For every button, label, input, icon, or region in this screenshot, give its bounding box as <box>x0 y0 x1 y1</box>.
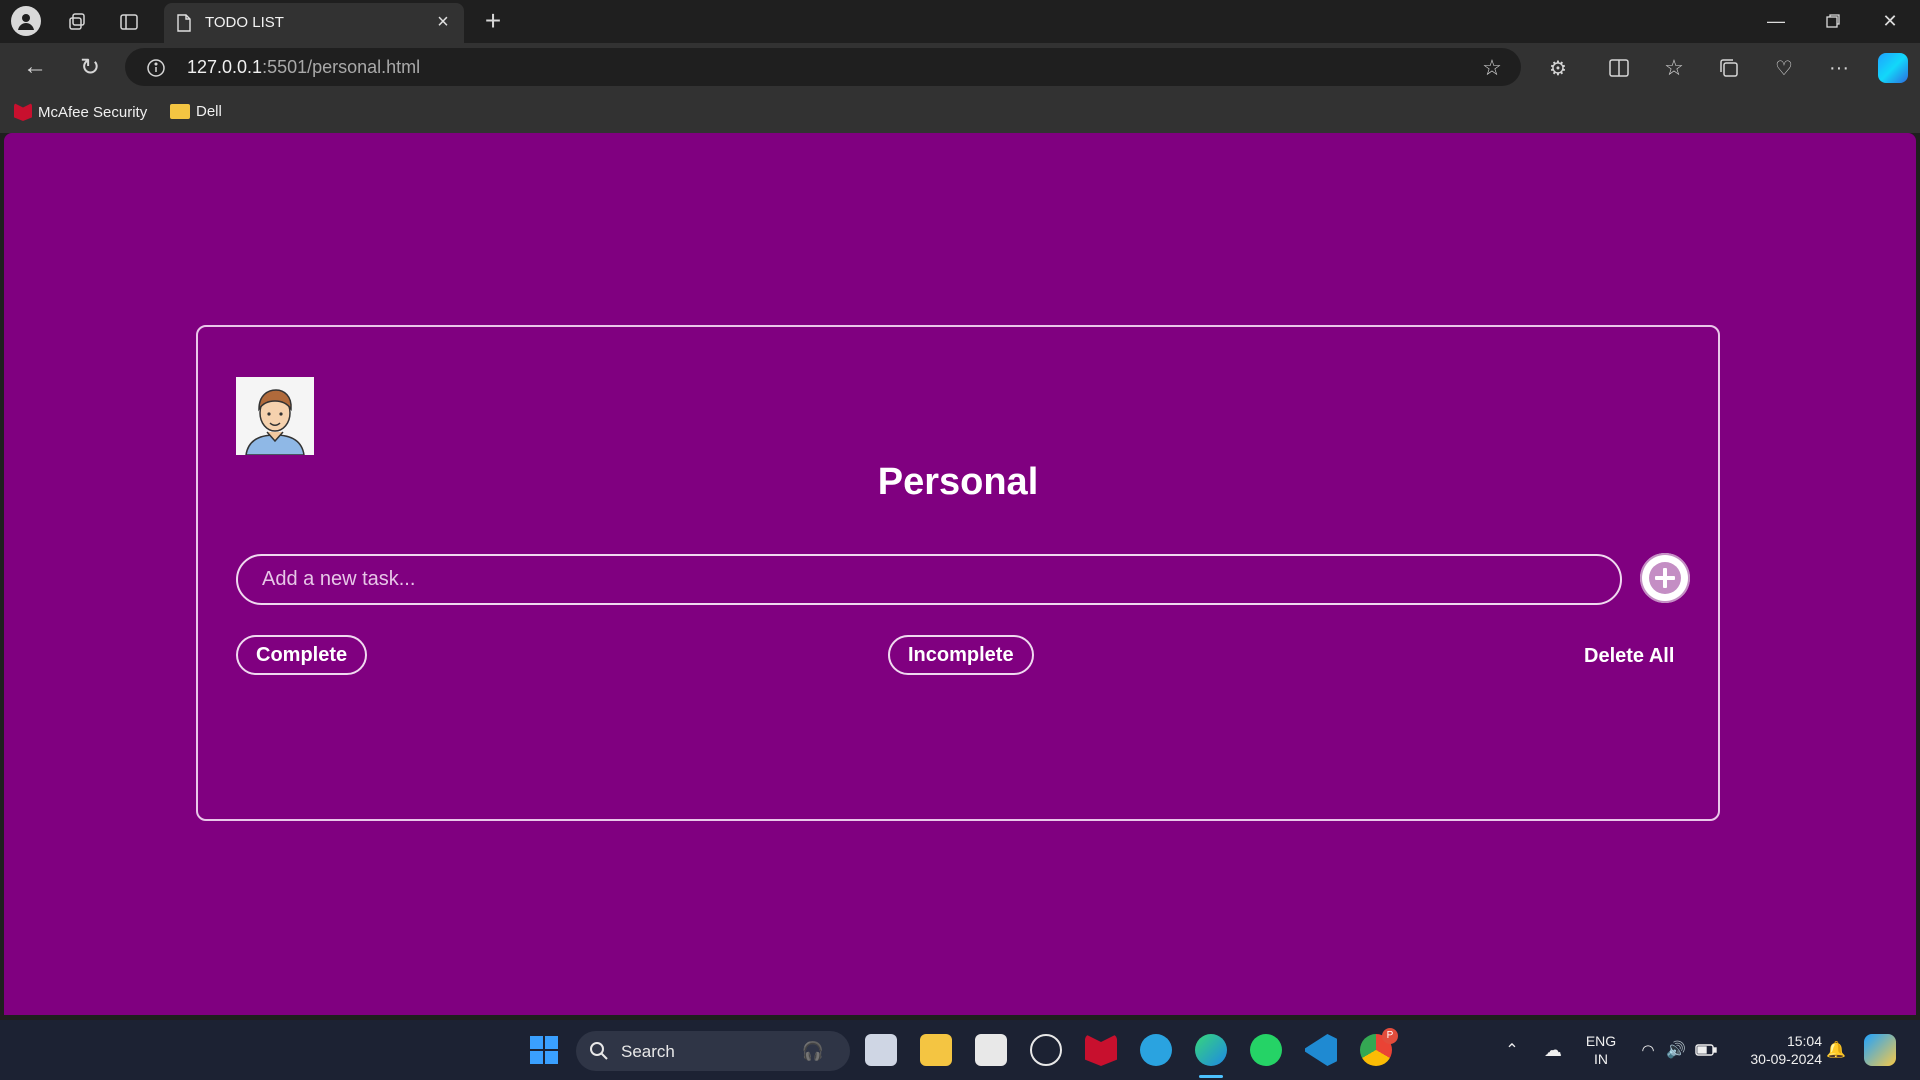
clock-date: 30-09-2024 <box>1750 1051 1822 1067</box>
page-viewport: Personal Complete Incomplete Delete All <box>4 133 1916 1015</box>
battery-icon[interactable] <box>1694 1038 1718 1062</box>
clock-time: 15:04 <box>1786 1033 1822 1049</box>
close-tab-icon[interactable]: × <box>432 11 454 33</box>
dell-icon[interactable] <box>1030 1034 1062 1066</box>
mcafee-icon[interactable] <box>1085 1034 1117 1066</box>
region-code: IN <box>1594 1051 1608 1067</box>
back-icon[interactable]: ← <box>20 52 50 82</box>
file-explorer-icon[interactable] <box>920 1034 952 1066</box>
bookmark-label: Dell <box>196 103 222 120</box>
restore-icon[interactable] <box>1813 6 1853 36</box>
refresh-icon[interactable]: ↻ <box>75 52 105 82</box>
chrome-icon[interactable]: P <box>1360 1028 1398 1066</box>
windows-start-icon[interactable] <box>528 1034 560 1066</box>
telegram-icon[interactable] <box>1140 1034 1172 1066</box>
search-highlight-icon: 🎧 <box>801 1040 825 1061</box>
tab-title: TODO LIST <box>205 14 284 31</box>
extensions-icon[interactable]: ⚙ <box>1544 54 1572 82</box>
bookmark-label: McAfee Security <box>38 103 148 121</box>
copilot-icon[interactable] <box>1878 53 1908 83</box>
wifi-icon[interactable]: ◠ <box>1636 1038 1660 1062</box>
show-hidden-icons-icon[interactable]: ⌃ <box>1500 1038 1524 1062</box>
todo-card: Personal Complete Incomplete Delete All <box>196 325 1720 821</box>
microsoft-store-icon[interactable] <box>975 1034 1007 1066</box>
minimize-icon[interactable]: — <box>1756 6 1796 36</box>
url-host: 127.0.0.1 <box>187 57 263 77</box>
clock[interactable]: 15:04 30-09-2024 <box>1730 1032 1822 1068</box>
url-text: 127.0.0.1:5501/personal.html <box>187 57 420 78</box>
address-bar[interactable]: 127.0.0.1:5501/personal.html ☆ <box>125 48 1521 86</box>
collections-icon[interactable] <box>1715 54 1743 82</box>
favorites-icon[interactable]: ☆ <box>1660 54 1688 82</box>
url-path: :5501/personal.html <box>262 57 421 77</box>
volume-icon[interactable]: 🔊 <box>1664 1038 1688 1062</box>
notification-bell-icon[interactable]: 🔔 <box>1824 1038 1848 1062</box>
language-indicator[interactable]: ENG IN <box>1580 1032 1622 1068</box>
favorite-star-icon[interactable]: ☆ <box>1480 55 1504 80</box>
taskbar: Search 🎧 P ⌃ ☁ ENG IN ◠ 🔊 15:04 30-09-20… <box>0 1020 1920 1080</box>
onedrive-icon[interactable]: ☁ <box>1540 1038 1566 1062</box>
search-icon <box>588 1040 610 1062</box>
mcafee-icon <box>14 103 32 121</box>
search-label: Search <box>621 1042 675 1061</box>
task-input[interactable] <box>236 554 1622 605</box>
workspaces-icon[interactable] <box>64 9 90 35</box>
active-app-indicator <box>1199 1075 1223 1078</box>
split-screen-icon[interactable] <box>1605 54 1633 82</box>
browser-essentials-icon[interactable]: ♡ <box>1770 54 1798 82</box>
tab-actions-icon[interactable] <box>116 9 142 35</box>
bookmark-mcafee[interactable]: McAfee Security <box>14 103 147 121</box>
delete-all-button[interactable]: Delete All <box>1584 645 1674 668</box>
edge-icon[interactable] <box>1195 1034 1227 1066</box>
copilot-taskbar-icon[interactable] <box>1864 1034 1896 1066</box>
user-avatar-icon <box>236 377 314 455</box>
incomplete-filter-button[interactable]: Incomplete <box>888 635 1034 675</box>
close-window-icon[interactable]: ✕ <box>1870 6 1910 36</box>
folder-icon <box>170 104 190 119</box>
profile-icon[interactable] <box>11 6 41 36</box>
more-options-icon[interactable]: ··· <box>1825 54 1853 82</box>
taskbar-search[interactable]: Search 🎧 <box>576 1031 850 1071</box>
site-info-icon[interactable] <box>145 57 167 79</box>
whatsapp-icon[interactable] <box>1250 1034 1282 1066</box>
page-icon <box>175 13 193 33</box>
language-code: ENG <box>1585 1033 1617 1049</box>
plus-circle-icon <box>1649 562 1681 594</box>
browser-tab-strip: TODO LIST × + — ✕ <box>0 0 1920 43</box>
page-title: Personal <box>877 461 1039 503</box>
task-view-icon[interactable] <box>865 1034 897 1066</box>
add-task-button[interactable] <box>1640 553 1690 603</box>
new-tab-icon[interactable]: + <box>480 7 506 35</box>
tab-todo-list[interactable]: TODO LIST × <box>164 3 464 43</box>
chrome-badge: P <box>1382 1028 1398 1044</box>
bookmark-dell[interactable]: Dell <box>170 103 222 120</box>
bookmarks-bar: McAfee Security Dell <box>0 91 1920 133</box>
browser-toolbar: ← ↻ 127.0.0.1:5501/personal.html ☆ ⚙ ☆ ♡… <box>0 43 1920 91</box>
vscode-icon[interactable] <box>1305 1034 1337 1066</box>
complete-filter-button[interactable]: Complete <box>236 635 368 675</box>
